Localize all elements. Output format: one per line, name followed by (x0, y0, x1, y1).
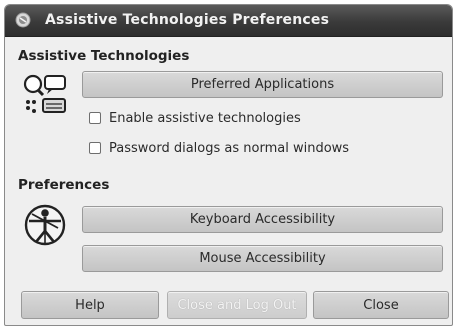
enable-assistive-technologies-label[interactable]: Enable assistive technologies (109, 111, 301, 126)
enable-assistive-technologies-checkbox[interactable] (89, 112, 101, 124)
mouse-accessibility-button[interactable]: Mouse Accessibility (82, 245, 443, 272)
accessibility-person-icon (24, 204, 66, 246)
window-menu-icon[interactable] (15, 12, 31, 28)
close-button[interactable]: Close (313, 291, 449, 319)
assistive-technologies-heading: Assistive Technologies (18, 48, 190, 64)
close-and-log-out-button: Close and Log Out (167, 291, 307, 319)
window-title: Assistive Technologies Preferences (45, 12, 330, 28)
assistive-technologies-icon (23, 74, 66, 113)
password-dialogs-label[interactable]: Password dialogs as normal windows (109, 141, 349, 156)
password-dialogs-checkbox[interactable] (89, 142, 101, 154)
keyboard-accessibility-button[interactable]: Keyboard Accessibility (82, 206, 443, 233)
preferences-heading: Preferences (18, 177, 110, 193)
enable-assistive-technologies-option[interactable]: Enable assistive technologies (89, 109, 301, 127)
password-dialogs-option[interactable]: Password dialogs as normal windows (89, 139, 349, 157)
assistive-technologies-window: Assistive Technologies Preferences Assis… (4, 4, 453, 326)
help-button[interactable]: Help (21, 291, 159, 319)
preferred-applications-button[interactable]: Preferred Applications (82, 71, 443, 98)
title-bar[interactable]: Assistive Technologies Preferences (5, 5, 452, 37)
